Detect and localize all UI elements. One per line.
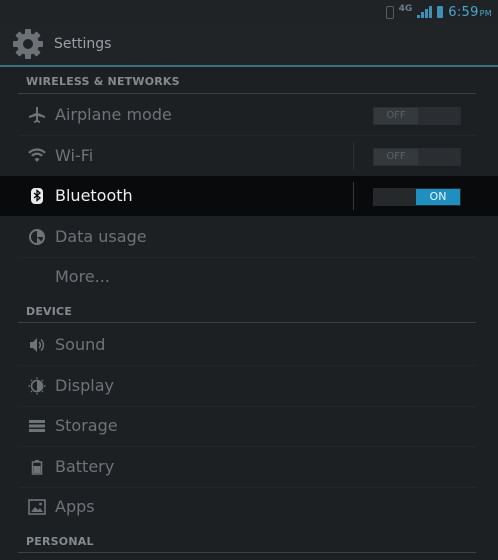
display-label: Display xyxy=(55,376,114,395)
bluetooth-icon xyxy=(31,188,43,204)
bluetooth-status-icon xyxy=(385,5,394,19)
more-label: More... xyxy=(55,267,110,286)
action-bar: Settings xyxy=(0,22,498,66)
signal-icon xyxy=(417,6,433,18)
sound-label: Sound xyxy=(55,335,106,354)
airplane-mode-toggle[interactable]: OFF xyxy=(373,107,461,125)
battery-icon xyxy=(31,460,43,475)
storage-icon xyxy=(29,420,45,432)
apps-label: Apps xyxy=(55,497,95,516)
battery-label: Battery xyxy=(55,457,115,476)
settings-item-bluetooth[interactable]: Bluetooth ON xyxy=(0,176,498,216)
page-title: Settings xyxy=(54,36,112,52)
wifi-icon xyxy=(28,148,46,162)
data-usage-icon xyxy=(29,229,45,245)
settings-item-battery[interactable]: Battery xyxy=(0,447,498,487)
section-header-wireless: WIRELESS & NETWORKS xyxy=(26,75,180,88)
settings-item-wifi[interactable]: Wi-Fi OFF xyxy=(0,136,498,176)
gear-icon[interactable] xyxy=(10,26,46,62)
section-header-personal: PERSONAL xyxy=(26,535,94,548)
toggle-state: OFF xyxy=(374,108,418,124)
settings-item-more[interactable]: More... xyxy=(0,257,498,297)
settings-item-data-usage[interactable]: Data usage xyxy=(0,217,498,257)
airplane-mode-label: Airplane mode xyxy=(55,105,172,124)
row-vertical-divider xyxy=(353,182,354,210)
battery-status-icon xyxy=(437,6,444,18)
settings-item-sound[interactable]: Sound xyxy=(0,325,498,365)
status-bar: 4G 6:59PM xyxy=(0,0,498,22)
section-divider xyxy=(18,93,476,94)
toggle-state: ON xyxy=(416,189,460,205)
status-icons: 4G 6:59PM xyxy=(385,3,492,21)
network-type: 4G xyxy=(398,4,413,14)
wifi-label: Wi-Fi xyxy=(55,146,94,165)
apps-icon xyxy=(28,499,46,515)
airplane-icon xyxy=(29,107,45,123)
settings-item-display[interactable]: Display xyxy=(0,366,498,406)
section-divider xyxy=(18,322,476,323)
wifi-toggle[interactable]: OFF xyxy=(373,148,461,166)
section-divider xyxy=(18,552,476,553)
bluetooth-toggle[interactable]: ON xyxy=(373,188,461,206)
settings-item-apps[interactable]: Apps xyxy=(0,487,498,527)
action-bar-divider xyxy=(0,65,498,67)
bluetooth-label: Bluetooth xyxy=(55,186,133,205)
section-header-device: DEVICE xyxy=(26,305,73,318)
data-usage-label: Data usage xyxy=(55,227,147,246)
settings-item-airplane-mode[interactable]: Airplane mode OFF xyxy=(0,95,498,135)
settings-item-storage[interactable]: Storage xyxy=(0,406,498,446)
toggle-state: OFF xyxy=(374,149,418,165)
settings-screen: 4G 6:59PM Settings WIRELESS & NETWORKS A… xyxy=(0,0,498,560)
display-icon xyxy=(28,377,46,395)
row-vertical-divider xyxy=(353,142,354,170)
storage-label: Storage xyxy=(55,416,118,435)
clock: 6:59PM xyxy=(448,4,492,20)
speaker-icon xyxy=(30,338,45,352)
